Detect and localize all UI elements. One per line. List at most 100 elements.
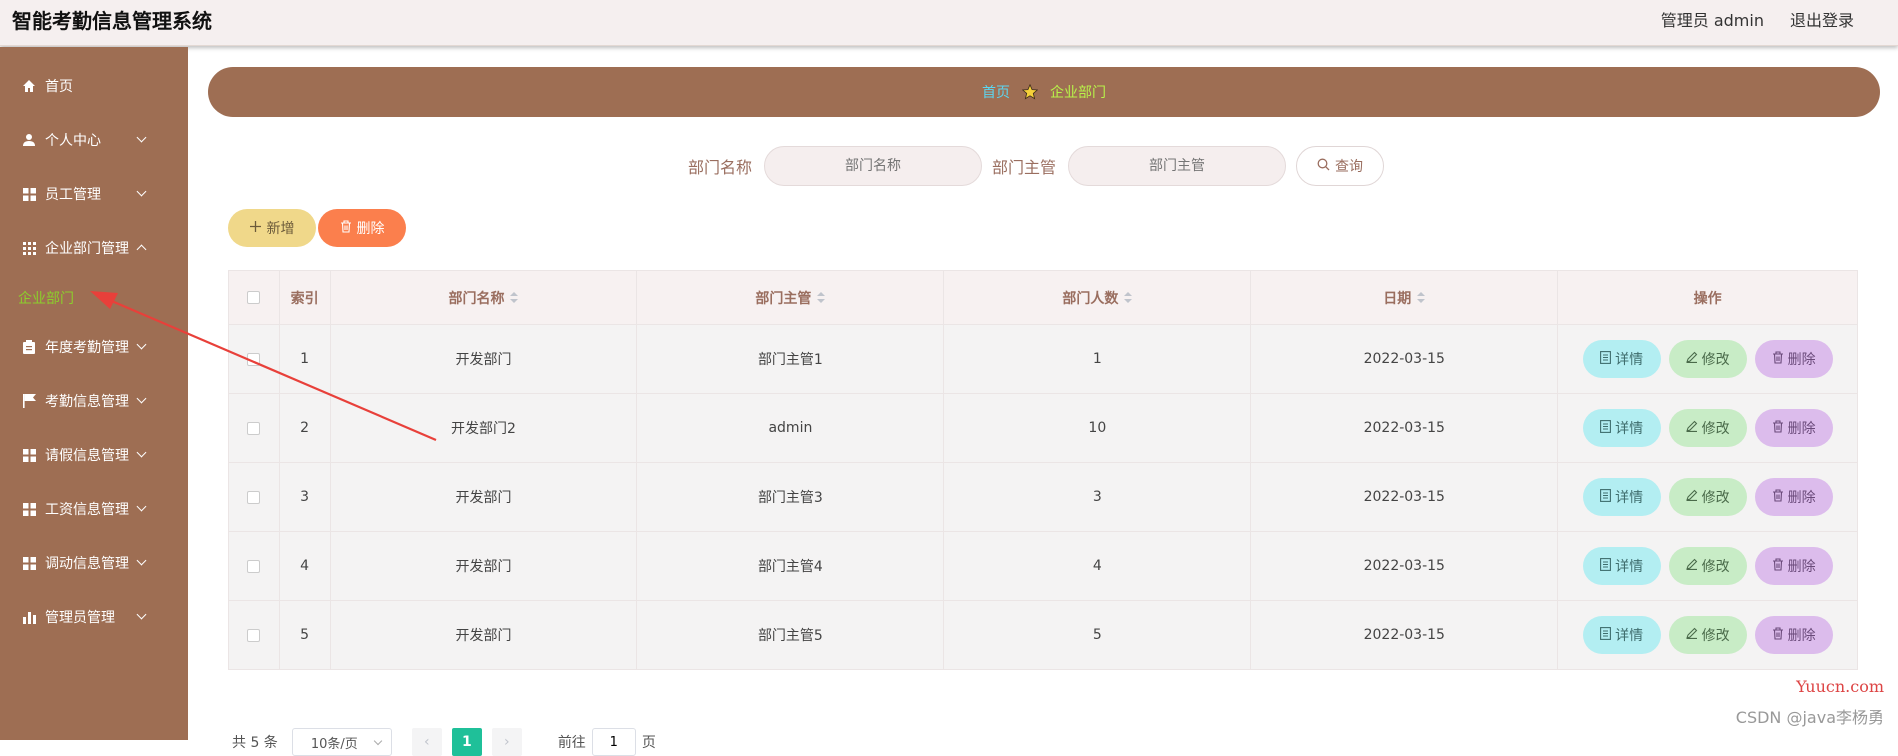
trash-icon xyxy=(1772,558,1784,575)
manager-input[interactable] xyxy=(1068,146,1286,186)
row-checkbox[interactable] xyxy=(247,629,260,642)
plus-icon xyxy=(250,220,261,236)
trash-icon xyxy=(1772,420,1784,437)
grid-icon xyxy=(22,187,36,201)
cell-manager: 部门主管3 xyxy=(637,463,944,532)
bulk-delete-button[interactable]: 删除 xyxy=(318,209,406,247)
breadcrumb-home[interactable]: 首页 xyxy=(982,82,1010,102)
sort-icon[interactable] xyxy=(817,291,825,307)
detail-button[interactable]: 详情 xyxy=(1583,616,1661,654)
cell-index: 1 xyxy=(279,325,330,394)
sidebar-item-salary-info[interactable]: 工资信息管理 xyxy=(0,489,188,529)
col-header-headcount[interactable]: 部门人数 xyxy=(944,271,1251,325)
cell-date: 2022-03-15 xyxy=(1251,601,1558,670)
table-row: 1 开发部门 部门主管1 1 2022-03-15 详情 修改 删除 xyxy=(229,325,1858,394)
table-header-row: 索引 部门名称 部门主管 部门人数 日期 操作 xyxy=(229,271,1858,325)
sidebar-item-transfer-info[interactable]: 调动信息管理 xyxy=(0,543,188,583)
cell-headcount: 5 xyxy=(944,601,1251,670)
detail-button[interactable]: 详情 xyxy=(1583,409,1661,447)
home-icon xyxy=(22,79,36,93)
query-button[interactable]: 查询 xyxy=(1296,146,1384,186)
cell-date: 2022-03-15 xyxy=(1251,394,1558,463)
row-checkbox[interactable] xyxy=(247,491,260,504)
edit-button[interactable]: 修改 xyxy=(1669,547,1747,585)
col-header-date[interactable]: 日期 xyxy=(1251,271,1558,325)
col-header-manager[interactable]: 部门主管 xyxy=(637,271,944,325)
sort-icon[interactable] xyxy=(1124,291,1132,307)
main-content: 首页 企业部门 部门名称 部门主管 查询 新增 删除 索引 xyxy=(188,47,1898,740)
edit-button[interactable]: 修改 xyxy=(1669,478,1747,516)
col-header-actions: 操作 xyxy=(1558,271,1858,325)
goto-page-input[interactable] xyxy=(592,728,636,756)
trash-icon xyxy=(340,220,352,237)
sidebar-item-admin[interactable]: 管理员管理 xyxy=(0,597,188,637)
cell-manager: 部门主管1 xyxy=(637,325,944,394)
cell-date: 2022-03-15 xyxy=(1251,463,1558,532)
edit-button[interactable]: 修改 xyxy=(1669,616,1747,654)
watermark-credit: CSDN @java李杨勇 xyxy=(1736,704,1884,728)
detail-button[interactable]: 详情 xyxy=(1583,340,1661,378)
delete-button[interactable]: 删除 xyxy=(1755,478,1833,516)
user-icon xyxy=(22,133,36,147)
page-number-current[interactable]: 1 xyxy=(452,728,482,756)
cell-headcount: 3 xyxy=(944,463,1251,532)
sidebar-item-leave-info[interactable]: 请假信息管理 xyxy=(0,435,188,475)
delete-button[interactable]: 删除 xyxy=(1755,409,1833,447)
select-all-checkbox[interactable] xyxy=(247,291,260,304)
top-bar: 智能考勤信息管理系统 管理员 admin 退出登录 xyxy=(0,0,1898,46)
cell-date: 2022-03-15 xyxy=(1251,325,1558,394)
sort-icon[interactable] xyxy=(1417,291,1425,307)
bar-chart-icon xyxy=(22,610,36,624)
sidebar-item-label: 考勤信息管理 xyxy=(45,391,129,411)
sidebar-item-label: 管理员管理 xyxy=(45,607,115,627)
sidebar-item-label: 请假信息管理 xyxy=(45,445,129,465)
delete-button[interactable]: 删除 xyxy=(1755,547,1833,585)
sidebar-item-label: 企业部门管理 xyxy=(45,238,129,258)
page-size-select[interactable]: 10条/页 xyxy=(292,728,392,756)
manager-label: 部门主管 xyxy=(992,154,1056,178)
row-checkbox[interactable] xyxy=(247,353,260,366)
col-header-dept-name[interactable]: 部门名称 xyxy=(330,271,637,325)
sidebar-item-label: 工资信息管理 xyxy=(45,499,129,519)
cell-dept-name: 开发部门2 xyxy=(330,394,637,463)
detail-button[interactable]: 详情 xyxy=(1583,478,1661,516)
prev-page-button[interactable]: ‹ xyxy=(412,728,442,756)
clipboard-icon xyxy=(22,340,36,354)
chevron-down-icon xyxy=(137,502,147,512)
pencil-icon xyxy=(1686,420,1698,436)
sidebar-item-attendance-info[interactable]: 考勤信息管理 xyxy=(0,381,188,421)
add-button[interactable]: 新增 xyxy=(228,209,316,247)
chevron-down-icon xyxy=(137,610,147,620)
sidebar-item-departments[interactable]: 企业部门管理 xyxy=(0,228,188,268)
search-bar: 部门名称 部门主管 查询 xyxy=(688,146,1384,186)
pencil-icon xyxy=(1686,558,1698,574)
sidebar-item-home[interactable]: 首页 xyxy=(0,66,188,106)
sidebar-subitem-enterprise-dept[interactable]: 企业部门 xyxy=(0,280,188,316)
logout-link[interactable]: 退出登录 xyxy=(1790,7,1854,31)
chevron-down-icon xyxy=(137,448,147,458)
cell-manager: 部门主管5 xyxy=(637,601,944,670)
cell-index: 4 xyxy=(279,532,330,601)
sidebar-item-personal[interactable]: 个人中心 xyxy=(0,120,188,160)
dept-name-input[interactable] xyxy=(764,146,982,186)
sidebar-item-annual-attendance[interactable]: 年度考勤管理 xyxy=(0,327,188,367)
current-user: 管理员 admin xyxy=(1661,7,1764,31)
delete-button[interactable]: 删除 xyxy=(1755,616,1833,654)
table-row: 3 开发部门 部门主管3 3 2022-03-15 详情 修改 删除 xyxy=(229,463,1858,532)
row-checkbox[interactable] xyxy=(247,422,260,435)
chevron-down-icon xyxy=(137,340,147,350)
detail-button[interactable]: 详情 xyxy=(1583,547,1661,585)
delete-button[interactable]: 删除 xyxy=(1755,340,1833,378)
chevron-down-icon xyxy=(137,187,147,197)
chevron-down-icon xyxy=(137,133,147,143)
row-checkbox[interactable] xyxy=(247,560,260,573)
document-icon xyxy=(1600,558,1611,575)
edit-button[interactable]: 修改 xyxy=(1669,340,1747,378)
sort-icon[interactable] xyxy=(510,291,518,307)
sidebar-item-label: 调动信息管理 xyxy=(45,553,129,573)
cell-headcount: 10 xyxy=(944,394,1251,463)
chevron-down-icon xyxy=(137,394,147,404)
sidebar-item-employees[interactable]: 员工管理 xyxy=(0,174,188,214)
edit-button[interactable]: 修改 xyxy=(1669,409,1747,447)
next-page-button[interactable]: › xyxy=(492,728,522,756)
